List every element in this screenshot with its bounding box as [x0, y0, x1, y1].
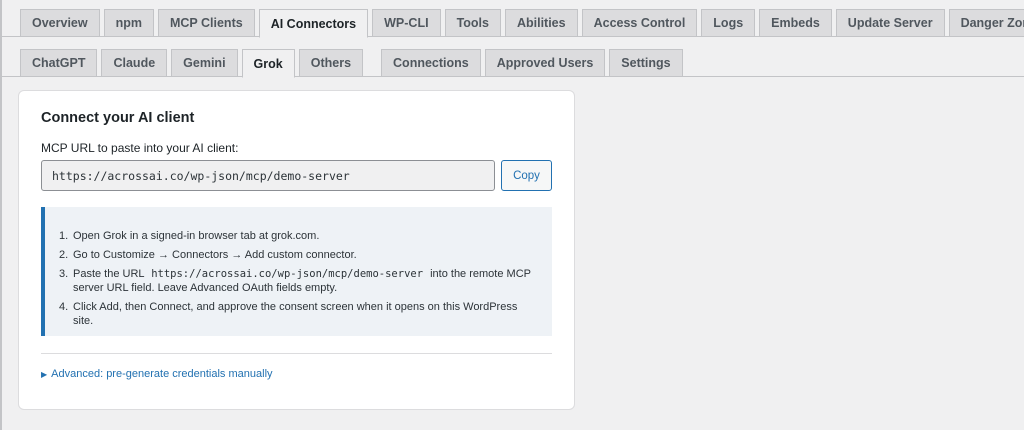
- tab-update-server[interactable]: Update Server: [835, 9, 945, 37]
- mcp-url-label: MCP URL to paste into your AI client:: [41, 141, 239, 155]
- instruction-step: 1. Open Grok in a signed-in browser tab …: [59, 229, 534, 243]
- primary-tabs: Overview npm MCP Clients AI Connectors W…: [20, 9, 1024, 38]
- tab-access-control[interactable]: Access Control: [581, 9, 698, 37]
- tab-danger-zone[interactable]: Danger Zone: [948, 9, 1024, 37]
- subtab-chatgpt[interactable]: ChatGPT: [20, 49, 98, 77]
- tab-mcp-clients[interactable]: MCP Clients: [157, 9, 255, 37]
- step-text-pre: Paste the URL: [73, 268, 145, 280]
- step-text: Open Grok in a signed-in browser tab at …: [73, 230, 320, 242]
- step-number: 4.: [59, 301, 69, 313]
- step-url-code: https://acrossai.co/wp-json/mcp/demo-ser…: [151, 268, 424, 280]
- step-number: 2.: [59, 249, 69, 261]
- step-text: Go to Customize → Connectors → Add custo…: [73, 249, 357, 261]
- subtab-connections[interactable]: Connections: [381, 49, 481, 77]
- instruction-step: 3. Paste the URL https://acrossai.co/wp-…: [59, 267, 534, 295]
- instruction-step: 2. Go to Customize → Connectors → Add cu…: [59, 248, 534, 262]
- triangle-right-icon: ▶: [41, 369, 48, 379]
- advanced-toggle-label: Advanced: pre-generate credentials manua…: [51, 368, 273, 380]
- connect-client-card: Connect your AI client MCP URL to paste …: [18, 90, 575, 410]
- tab-tools[interactable]: Tools: [444, 9, 501, 37]
- tab-logs[interactable]: Logs: [701, 9, 756, 37]
- card-divider: [41, 353, 552, 354]
- subtab-grok[interactable]: Grok: [241, 49, 295, 78]
- secondary-tabs: ChatGPT Claude Gemini Grok Others Connec…: [20, 49, 1024, 78]
- tab-npm[interactable]: npm: [103, 9, 154, 37]
- page-left-border: [0, 0, 2, 430]
- step-text: Paste the URL https://acrossai.co/wp-jso…: [73, 267, 534, 295]
- instruction-step: 4. Click Add, then Connect, and approve …: [59, 300, 534, 328]
- subtab-group-spacer: [367, 49, 377, 77]
- instructions-notice: 1. Open Grok in a signed-in browser tab …: [41, 207, 552, 336]
- card-title: Connect your AI client: [41, 110, 195, 126]
- step-number: 3.: [59, 268, 69, 280]
- subtab-others[interactable]: Others: [298, 49, 364, 77]
- subtab-gemini[interactable]: Gemini: [171, 49, 238, 77]
- instructions-list: 1. Open Grok in a signed-in browser tab …: [59, 229, 534, 328]
- tab-wp-cli[interactable]: WP-CLI: [372, 9, 441, 37]
- tab-abilities[interactable]: Abilities: [504, 9, 578, 37]
- tab-overview[interactable]: Overview: [20, 9, 100, 37]
- tab-embeds[interactable]: Embeds: [759, 9, 832, 37]
- step-number: 1.: [59, 230, 69, 242]
- advanced-credentials-toggle[interactable]: ▶ Advanced: pre-generate credentials man…: [41, 368, 273, 380]
- step-text: Click Add, then Connect, and approve the…: [73, 301, 518, 327]
- subtab-claude[interactable]: Claude: [101, 49, 168, 77]
- copy-button[interactable]: Copy: [501, 160, 552, 191]
- subtab-settings[interactable]: Settings: [609, 49, 683, 77]
- subtab-approved-users[interactable]: Approved Users: [484, 49, 606, 77]
- mcp-url-field[interactable]: https://acrossai.co/wp-json/mcp/demo-ser…: [41, 160, 495, 191]
- tab-ai-connectors[interactable]: AI Connectors: [258, 9, 369, 38]
